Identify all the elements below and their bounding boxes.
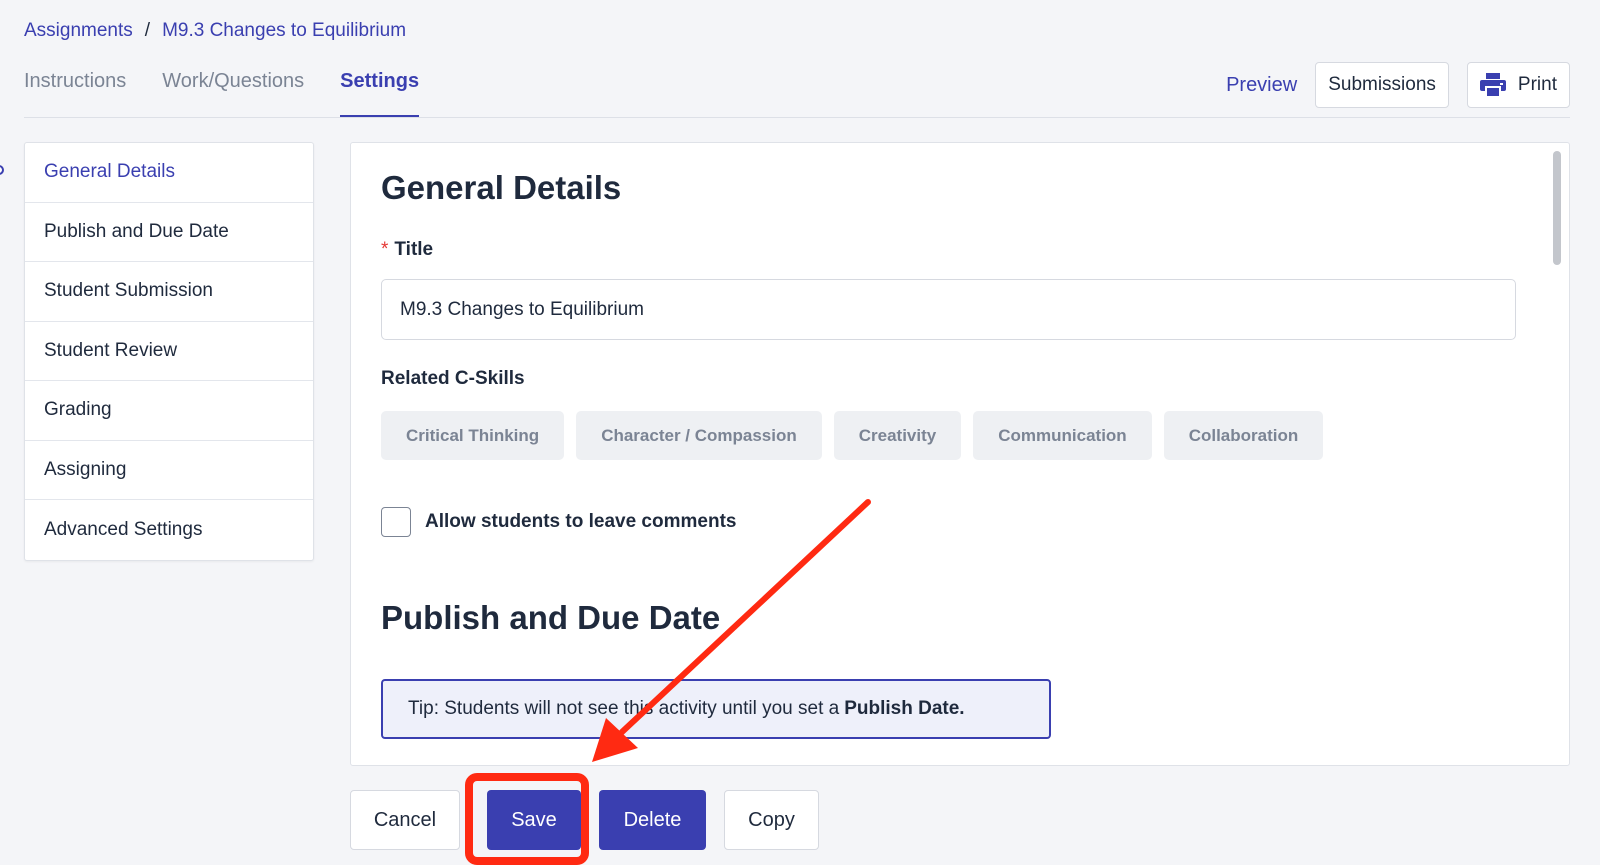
active-section-indicator [0, 165, 4, 175]
title-label: Title [394, 239, 434, 260]
side-nav-general-details[interactable]: General Details [25, 143, 313, 203]
submissions-label: Submissions [1328, 74, 1436, 95]
cskills-label: Related C-Skills [381, 368, 525, 389]
tip-text: Tip: Students will not see this activity… [408, 698, 840, 719]
tab-divider [24, 117, 1570, 118]
chip-critical-thinking[interactable]: Critical Thinking [381, 411, 565, 460]
cskills-chip-group: Critical Thinking Character / Compassion… [381, 411, 1324, 460]
title-label-row: * Title [381, 239, 433, 261]
save-button[interactable]: Save [487, 790, 581, 850]
breadcrumb-current-link[interactable]: M9.3 Changes to Equilibrium [162, 20, 406, 42]
breadcrumb: Assignments / M9.3 Changes to Equilibriu… [24, 20, 406, 42]
tab-instructions[interactable]: Instructions [24, 70, 126, 118]
chip-collaboration[interactable]: Collaboration [1163, 411, 1324, 460]
settings-panel: General Details * Title M9.3 Changes to E… [350, 142, 1570, 766]
print-button[interactable]: Print [1466, 62, 1570, 108]
cancel-button[interactable]: Cancel [350, 790, 460, 850]
side-nav-publish-due-date[interactable]: Publish and Due Date [25, 203, 313, 262]
side-nav-assigning[interactable]: Assigning [25, 441, 313, 500]
settings-side-nav: General Details Publish and Due Date Stu… [24, 142, 314, 561]
required-marker: * [381, 239, 389, 260]
side-nav-grading[interactable]: Grading [25, 381, 313, 441]
publish-due-date-heading: Publish and Due Date [381, 599, 721, 636]
delete-button[interactable]: Delete [599, 790, 706, 850]
title-input-value: M9.3 Changes to Equilibrium [400, 298, 644, 320]
submissions-button[interactable]: Submissions [1315, 62, 1449, 108]
chip-character-compassion[interactable]: Character / Compassion [576, 411, 822, 460]
tab-work-questions[interactable]: Work/Questions [162, 70, 304, 118]
allow-comments-row: Allow students to leave comments [381, 507, 736, 537]
general-details-heading: General Details [381, 169, 622, 206]
print-label: Print [1517, 74, 1557, 95]
preview-link[interactable]: Preview [1226, 74, 1297, 97]
allow-comments-checkbox[interactable] [381, 507, 411, 537]
panel-scrollbar[interactable] [1553, 151, 1561, 265]
title-input[interactable]: M9.3 Changes to Equilibrium [381, 279, 1516, 340]
chip-communication[interactable]: Communication [973, 411, 1152, 460]
publish-tip-box: Tip: Students will not see this activity… [381, 679, 1051, 739]
side-nav-student-review[interactable]: Student Review [25, 322, 313, 381]
printer-icon [1479, 73, 1506, 97]
copy-button[interactable]: Copy [724, 790, 819, 850]
allow-comments-label[interactable]: Allow students to leave comments [425, 511, 736, 533]
tab-settings[interactable]: Settings [340, 70, 420, 118]
top-actions: Preview Submissions Print [1226, 62, 1570, 108]
tab-bar: Instructions Work/Questions Settings [24, 70, 420, 118]
side-nav-student-submission[interactable]: Student Submission [25, 262, 313, 322]
breadcrumb-separator: / [144, 20, 151, 41]
side-nav-advanced-settings[interactable]: Advanced Settings [25, 500, 313, 560]
chip-creativity[interactable]: Creativity [833, 411, 962, 460]
form-action-bar: Cancel Save Delete Copy [350, 790, 819, 850]
breadcrumb-assignments-link[interactable]: Assignments [24, 20, 133, 42]
tip-bold-text: Publish Date. [844, 698, 965, 719]
